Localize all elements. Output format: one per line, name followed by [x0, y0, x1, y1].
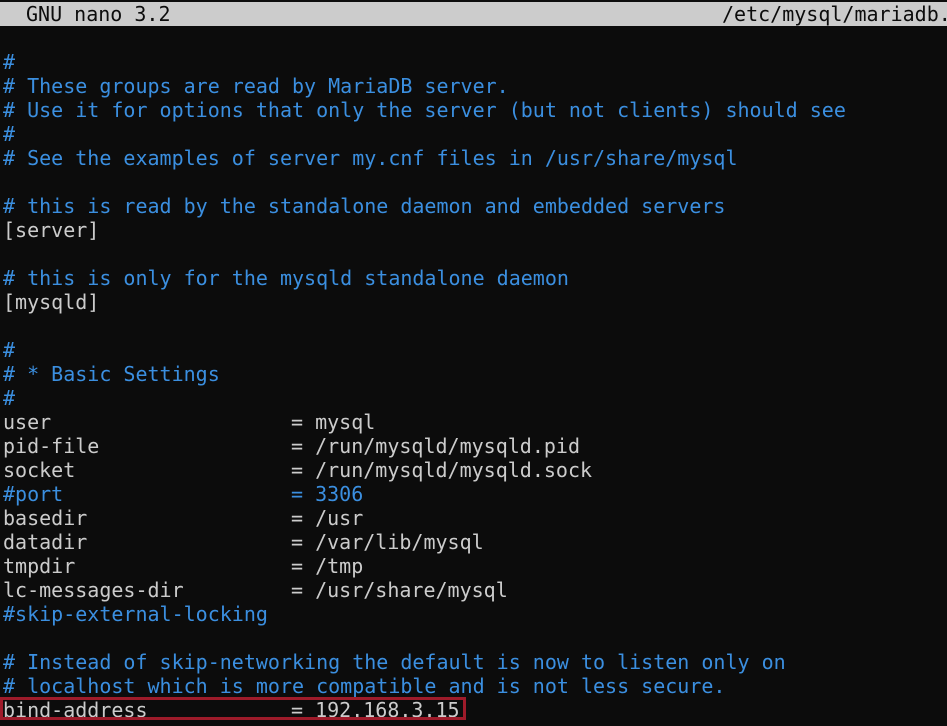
setting-key: #port	[3, 482, 64, 506]
editor-name: GNU nano 3.2	[26, 2, 171, 26]
editor-text-area[interactable]: # # These groups are read by MariaDB serv…	[3, 50, 947, 722]
comment-line: # Instead of skip-networking the default…	[3, 650, 786, 674]
comment-line: # See the examples of server my.cnf file…	[3, 146, 738, 170]
comment-line: #	[3, 50, 16, 74]
config-setting-line: lc-messages-dir = /usr/share/mysql	[3, 578, 947, 602]
comment-line: # Use it for options that only the serve…	[3, 98, 846, 122]
setting-value: = 3306	[291, 482, 364, 506]
section-header-line: [mysqld]	[3, 290, 100, 314]
comment-line: # localhost which is more compatible and…	[3, 674, 726, 698]
setting-value: = mysql	[291, 410, 376, 434]
setting-value: = /usr/share/mysql	[291, 578, 508, 602]
comment-line: # These groups are read by MariaDB serve…	[3, 74, 509, 98]
setting-key: basedir	[3, 506, 88, 530]
setting-value: = 192.168.3.15	[291, 698, 460, 722]
nano-title-bar: GNU nano 3.2 /etc/mysql/mariadb.	[0, 2, 947, 26]
config-setting-line: datadir = /var/lib/mysql	[3, 530, 947, 554]
setting-value: = /run/mysqld/mysqld.sock	[291, 458, 593, 482]
setting-value: = /run/mysqld/mysqld.pid	[291, 434, 580, 458]
comment-line: #	[3, 386, 16, 410]
comment-line: #skip-external-locking	[3, 602, 268, 626]
config-setting-line: user = mysql	[3, 410, 947, 434]
config-setting-line: basedir = /usr	[3, 506, 947, 530]
setting-key: pid-file	[3, 434, 100, 458]
setting-key: tmpdir	[3, 554, 76, 578]
comment-line: #	[3, 122, 16, 146]
setting-key: lc-messages-dir	[3, 578, 184, 602]
setting-value: = /var/lib/mysql	[291, 530, 484, 554]
setting-value: = /tmp	[291, 554, 364, 578]
bind-address-line: bind-address = 192.168.3.15	[3, 698, 947, 722]
setting-key: socket	[3, 458, 76, 482]
comment-line: #	[3, 338, 16, 362]
setting-key: user	[3, 410, 52, 434]
section-header-line: [server]	[3, 218, 100, 242]
config-setting-line: socket = /run/mysqld/mysqld.sock	[3, 458, 947, 482]
comment-line: # this is only for the mysqld standalone…	[3, 266, 569, 290]
setting-value: = /usr	[291, 506, 364, 530]
config-setting-line: pid-file = /run/mysqld/mysqld.pid	[3, 434, 947, 458]
comment-line: # * Basic Settings	[3, 362, 220, 386]
config-setting-line: #port = 3306	[3, 482, 947, 506]
comment-line: # this is read by the standalone daemon …	[3, 194, 726, 218]
setting-key: bind-address	[3, 698, 148, 722]
file-path: /etc/mysql/mariadb.	[722, 2, 947, 26]
config-setting-line: tmpdir = /tmp	[3, 554, 947, 578]
setting-key: datadir	[3, 530, 88, 554]
